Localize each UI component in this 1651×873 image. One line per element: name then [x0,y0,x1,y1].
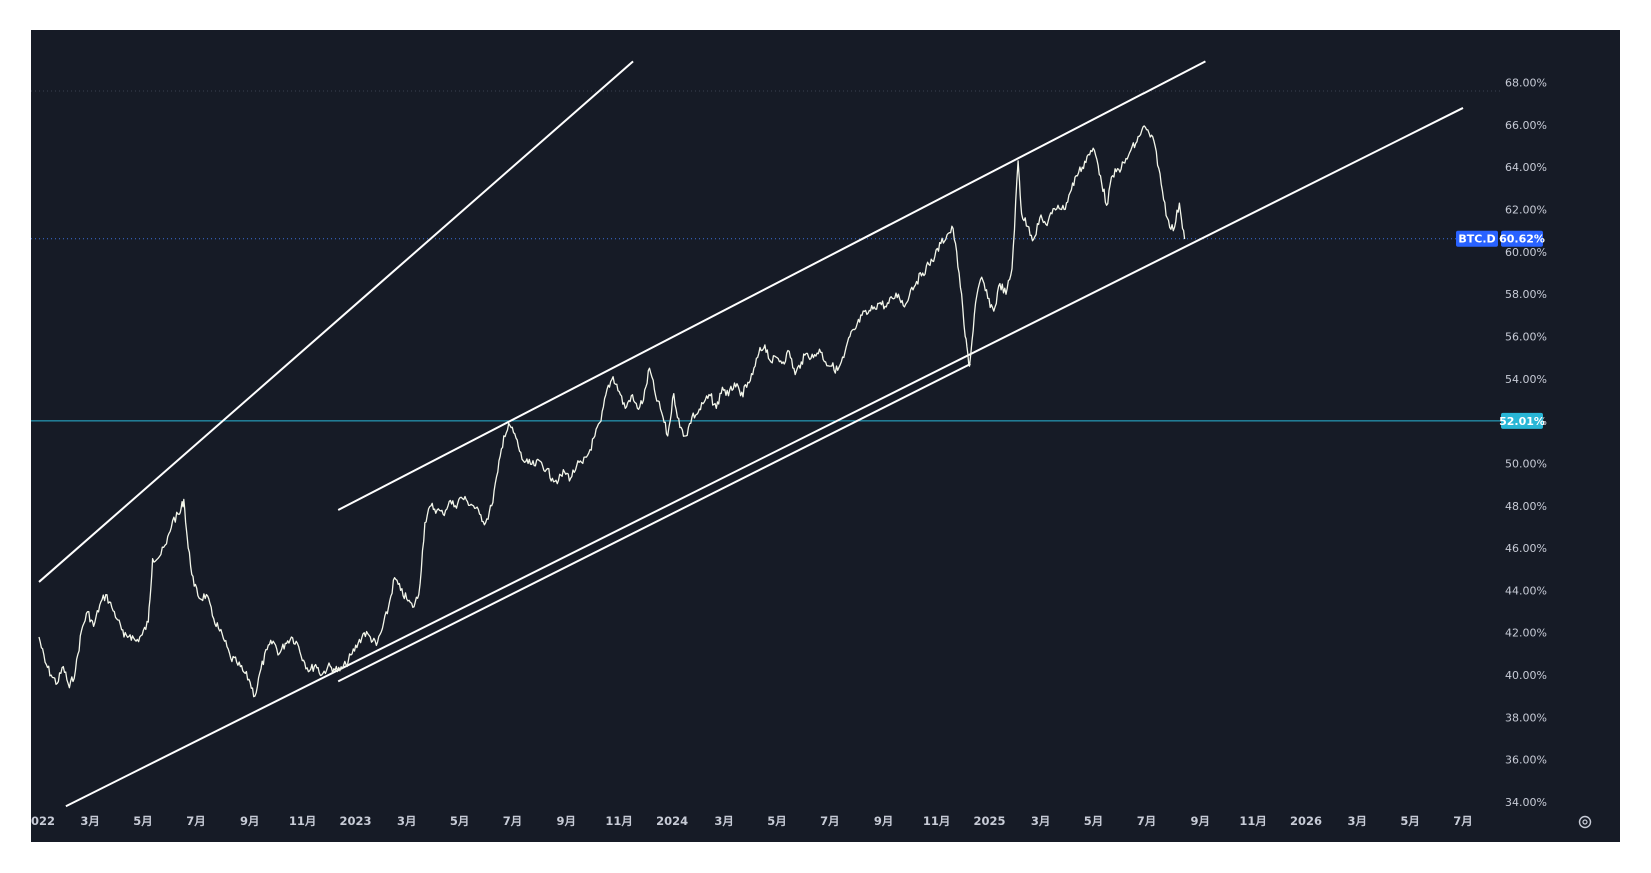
x-tick-label: 3月 [1347,814,1367,828]
x-tick-label: 11月 [923,814,951,828]
symbol-badge-label: BTC.D [1458,233,1495,246]
x-tick-label: 7月 [186,814,206,828]
x-tick-label: 9月 [240,814,260,828]
y-tick-label: 42.00% [1505,627,1547,640]
x-tick-label: 5月 [133,814,153,828]
x-tick-label: 7月 [1453,814,1473,828]
y-tick-label: 34.00% [1505,796,1547,809]
y-tick-label: 38.00% [1505,711,1547,724]
y-tick-label: 66.00% [1505,119,1547,132]
x-tick-label: 5月 [767,814,787,828]
y-tick-label: 40.00% [1505,669,1547,682]
x-tick-label: 11月 [1239,814,1267,828]
x-tick-label: 7月 [820,814,840,828]
x-tick-label: 2023 [340,814,372,828]
x-tick-label: 7月 [503,814,523,828]
level-price-label: 52.01% [1499,415,1545,428]
price-chart[interactable]: 68.00% 66.00% 64.00% 62.00% 60.00% 58.00% 56.0… [31,30,1620,842]
x-tick-label: 2025 [973,814,1005,828]
y-tick-label: 44.00% [1505,584,1547,597]
x-tick-label: 3月 [714,814,734,828]
chart-panel[interactable]: 68.00% 66.00% 64.00% 62.00% 60.00% 58.00% 56.0… [31,30,1620,842]
y-tick-label: 56.00% [1505,330,1547,343]
y-tick-label: 50.00% [1505,457,1547,470]
levels-layer [31,238,1501,422]
series-layer [38,125,1186,698]
y-tick-label: 60.00% [1505,246,1547,259]
channel-line [337,60,1206,511]
x-tick-label: 11月 [605,814,633,828]
y-tick-label: 68.00% [1505,77,1547,90]
time-axis[interactable]: 2022 3月 5月 7月 9月 11月 2023 3月 5月 7月 9月 11月 2024 3月 5月 7月… [31,814,1473,828]
x-tick-label: 9月 [557,814,577,828]
y-tick-label: 64.00% [1505,161,1547,174]
y-tick-label: 46.00% [1505,542,1547,555]
x-tick-label: 2022 [31,814,55,828]
channel-line [337,363,971,683]
x-tick-label: 9月 [1190,814,1210,828]
x-tick-label: 2026 [1290,814,1322,828]
price-axis[interactable]: 68.00% 66.00% 64.00% 62.00% 60.00% 58.00% 56.0… [1505,77,1547,809]
current-price-label: 60.62% [1499,233,1545,246]
y-tick-label: 54.00% [1505,373,1547,386]
settings-gear-icon[interactable] [1578,815,1592,829]
x-tick-label: 3月 [80,814,100,828]
x-tick-label: 3月 [1031,814,1051,828]
x-tick-label: 2024 [656,814,688,828]
x-tick-label: 11月 [289,814,317,828]
y-tick-label: 62.00% [1505,204,1547,217]
x-tick-label: 9月 [874,814,894,828]
x-tick-label: 5月 [1084,814,1104,828]
x-tick-label: 3月 [397,814,417,828]
channel-line [65,107,1464,808]
x-tick-label: 5月 [450,814,470,828]
y-tick-label: 36.00% [1505,754,1547,767]
channel-line [38,60,634,583]
price-line [38,125,1186,698]
y-tick-label: 48.00% [1505,500,1547,513]
x-tick-label: 5月 [1400,814,1420,828]
x-tick-label: 7月 [1137,814,1157,828]
y-tick-label: 58.00% [1505,288,1547,301]
trend-channel-lines[interactable] [38,60,1464,808]
